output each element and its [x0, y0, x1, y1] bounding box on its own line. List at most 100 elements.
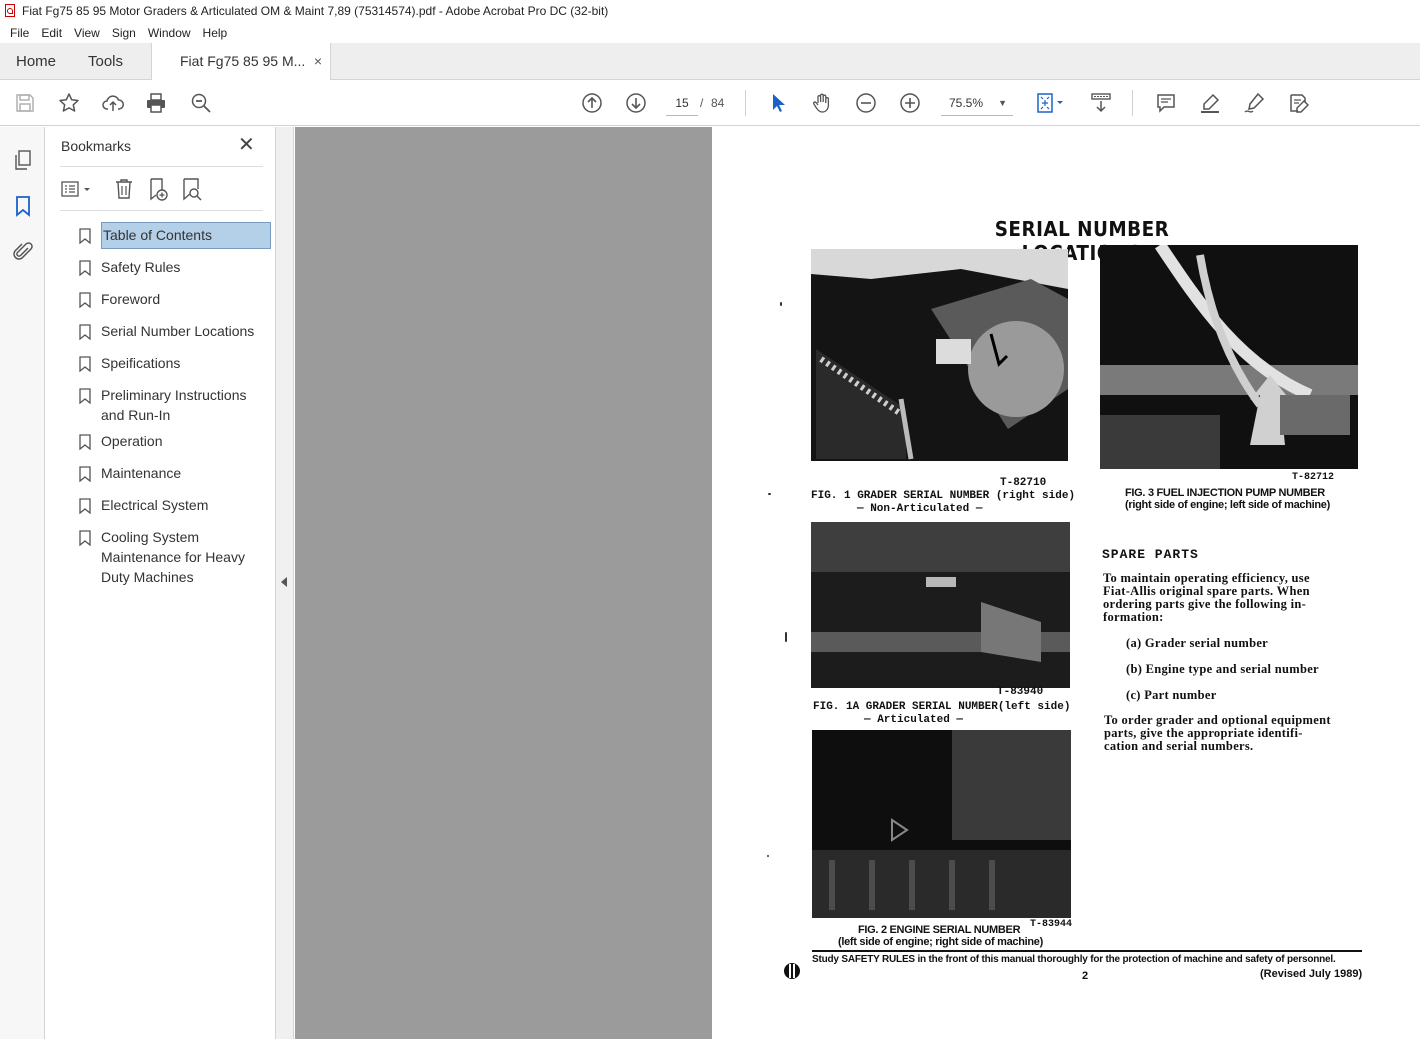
figure-1-subcaption: — Non-Articulated — [857, 503, 983, 515]
highlight-pen-icon[interactable] [1198, 91, 1222, 115]
tab-close-icon[interactable]: × [314, 43, 322, 80]
divider [60, 210, 263, 211]
navigation-rail [0, 127, 45, 1039]
scan-speck [780, 302, 782, 306]
bookmark-label: Electrical System [101, 497, 209, 513]
bookmark-label: Safety Rules [101, 259, 181, 275]
scroll-mode-icon[interactable] [1089, 91, 1113, 115]
bookmark-icon [79, 498, 91, 514]
delete-bookmark-icon[interactable] [112, 177, 136, 201]
text-line: cation and serial numbers. [1104, 739, 1254, 753]
figure-2-subcaption: (left side of engine; right side of mach… [838, 936, 1043, 948]
upload-cloud-icon[interactable] [101, 91, 125, 115]
spare-parts-heading: SPARE PARTS [1102, 547, 1199, 562]
bookmark-icon [79, 228, 91, 244]
toolbar-divider [745, 90, 746, 116]
scan-speck [768, 493, 771, 495]
tab-home[interactable]: Home [16, 43, 56, 80]
sign-pen-icon[interactable] [1242, 91, 1266, 115]
new-bookmark-icon[interactable] [146, 177, 170, 201]
menu-view[interactable]: View [68, 26, 106, 40]
figure-3-subcaption: (right side of engine; left side of mach… [1125, 499, 1330, 511]
panel-collapse-handle[interactable] [276, 127, 294, 1039]
menu-bar: File Edit View Sign Window Help [0, 22, 1420, 43]
bookmark-options-icon[interactable] [60, 177, 96, 201]
comment-icon[interactable] [1154, 91, 1178, 115]
revision-date: (Revised July 1989) [1260, 968, 1363, 980]
bookmark-label: Preliminary Instructions and Run-In [101, 387, 247, 423]
next-page-icon[interactable] [624, 91, 648, 115]
figure-3-code: T-82712 [1292, 472, 1335, 483]
zoom-out-icon[interactable] [854, 91, 878, 115]
menu-file[interactable]: File [4, 26, 35, 40]
hand-tool-icon[interactable] [810, 91, 834, 115]
zoom-search-icon[interactable] [189, 91, 213, 115]
footer-safety-note: Study SAFETY RULES in the front of this … [812, 954, 1336, 965]
scan-speck [767, 855, 769, 857]
select-cursor-icon[interactable] [766, 91, 790, 115]
window-title: Fiat Fg75 85 95 Motor Graders & Articula… [22, 4, 609, 18]
bookmark-label: Maintenance [101, 465, 182, 481]
tab-document[interactable]: Fiat Fg75 85 95 M... × [151, 43, 331, 81]
figure-2-code: T-83944 [1030, 919, 1073, 930]
list-item-b: (b) Engine type and serial number [1126, 662, 1319, 676]
bookmark-label: Operation [101, 433, 163, 449]
previous-page-icon[interactable] [580, 91, 604, 115]
menu-help[interactable]: Help [197, 26, 234, 40]
toolbar: 15 / 84 75.5% ▼ [0, 80, 1420, 126]
zoom-in-icon[interactable] [898, 91, 922, 115]
print-icon[interactable] [144, 91, 168, 115]
bookmark-label: Cooling System Maintenance for Heavy Dut… [101, 529, 245, 585]
figure-3-caption: FIG. 3 FUEL INJECTION PUMP NUMBER [1125, 487, 1325, 499]
zoom-level-select[interactable]: 75.5% ▼ [941, 90, 1013, 116]
collapse-arrow-icon [281, 577, 287, 587]
bookmark-icon [79, 530, 91, 546]
bookmark-label: Foreword [101, 291, 161, 307]
page-total: 84 [711, 96, 725, 110]
bookmark-icon [79, 388, 91, 404]
edit-document-icon[interactable] [1286, 91, 1310, 115]
list-item-a: (a) Grader serial number [1126, 636, 1269, 650]
menu-edit[interactable]: Edit [35, 26, 68, 40]
page-separator: / [700, 96, 704, 110]
tab-tools[interactable]: Tools [88, 43, 123, 80]
close-icon[interactable]: ✕ [238, 135, 255, 155]
bookmark-icon [79, 324, 91, 340]
toolbar-divider [1132, 90, 1133, 116]
page-number-input[interactable]: 15 [666, 90, 698, 116]
figure-1a-photo [811, 522, 1070, 688]
fit-page-icon[interactable] [1033, 91, 1067, 115]
chevron-down-icon: ▼ [998, 98, 1007, 108]
divider [60, 166, 263, 167]
printed-page-number: 2 [1082, 970, 1089, 982]
bookmarks-panel: Bookmarks ✕ Table of Contents Safety Rul… [45, 127, 276, 1039]
bookmark-label: Serial Number Locations [101, 323, 255, 339]
pdf-page[interactable]: SERIAL NUMBER LOCATIONS T-82710 FIG. 1 G… [712, 127, 1420, 1039]
tab-document-label: Fiat Fg75 85 95 M... [180, 53, 306, 69]
bookmarks-panel-title: Bookmarks [61, 138, 132, 154]
bookmark-label: Speifications [101, 355, 181, 371]
scan-speck [785, 632, 787, 642]
menu-window[interactable]: Window [142, 26, 197, 40]
fiat-allis-logo [784, 963, 800, 979]
figure-1a-code: T-83940 [997, 686, 1044, 698]
bookmark-icon [79, 356, 91, 372]
acrobat-app-icon [4, 4, 16, 18]
bookmark-label: Table of Contents [101, 222, 271, 249]
bookmarks-icon[interactable] [11, 194, 35, 218]
menu-sign[interactable]: Sign [106, 26, 142, 40]
footer-rule [812, 950, 1362, 952]
figure-1a-caption: FIG. 1A GRADER SERIAL NUMBER(left side) [813, 701, 1071, 713]
bookmark-icon [79, 466, 91, 482]
bookmark-search-icon[interactable] [180, 177, 204, 201]
title-bar: Fiat Fg75 85 95 Motor Graders & Articula… [0, 0, 1420, 22]
save-icon[interactable] [13, 91, 37, 115]
page-thumbnails-icon[interactable] [11, 148, 35, 172]
figure-2-photo [812, 730, 1071, 918]
spare-parts-paragraph-1: To maintain operating efficiency, use Fi… [1103, 572, 1310, 624]
attachments-paperclip-icon[interactable] [11, 240, 35, 264]
figure-1-caption: FIG. 1 GRADER SERIAL NUMBER (right side) [811, 490, 1076, 502]
star-icon[interactable] [57, 91, 81, 115]
bookmark-icon [79, 434, 91, 450]
figure-1-photo [811, 249, 1068, 461]
